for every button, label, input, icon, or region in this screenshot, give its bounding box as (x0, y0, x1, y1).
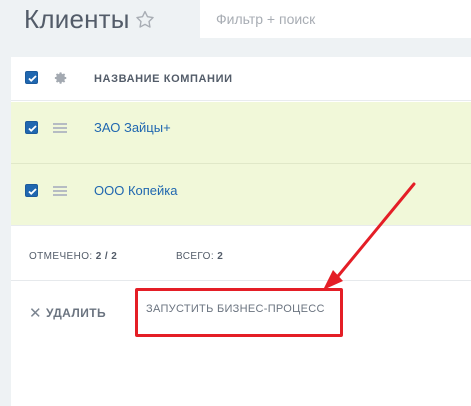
company-link[interactable]: ЗАО Зайцы+ (94, 120, 171, 135)
star-icon[interactable] (134, 9, 156, 31)
delete-button[interactable]: ✕ УДАЛИТЬ (29, 304, 106, 322)
company-link[interactable]: ООО Копейка (94, 183, 177, 198)
gear-icon[interactable] (54, 71, 68, 85)
drag-handle-icon[interactable] (53, 186, 67, 196)
companies-grid: НАЗВАНИЕ КОМПАНИИ ЗАО Зайцы+ ООО Копейка… (11, 57, 471, 406)
select-all-checkbox[interactable] (25, 71, 38, 84)
table-row[interactable]: ЗАО Зайцы+ (11, 102, 471, 164)
column-header-company-name[interactable]: НАЗВАНИЕ КОМПАНИИ (94, 73, 233, 85)
grid-header: НАЗВАНИЕ КОМПАНИИ (11, 57, 471, 101)
annotation-highlight-box (135, 288, 343, 337)
filter-search-input[interactable] (200, 0, 471, 38)
grid-stats: ОТМЕЧЕНО: 2 / 2 ВСЕГО: 2 (11, 235, 471, 281)
selected-count: ОТМЕЧЕНО: 2 / 2 (29, 251, 118, 262)
page-title: Клиенты (24, 4, 130, 34)
row-checkbox[interactable] (25, 121, 38, 134)
row-checkbox[interactable] (25, 184, 38, 197)
total-count: ВСЕГО: 2 (176, 251, 224, 262)
crm-companies-page: Клиенты НАЗВАНИЕ КОМПАНИИ ЗАО Зайцы+ (0, 0, 471, 406)
close-icon: ✕ (29, 305, 42, 322)
table-row[interactable]: ООО Копейка (11, 164, 471, 226)
grid-divider (11, 225, 471, 235)
drag-handle-icon[interactable] (53, 123, 67, 133)
